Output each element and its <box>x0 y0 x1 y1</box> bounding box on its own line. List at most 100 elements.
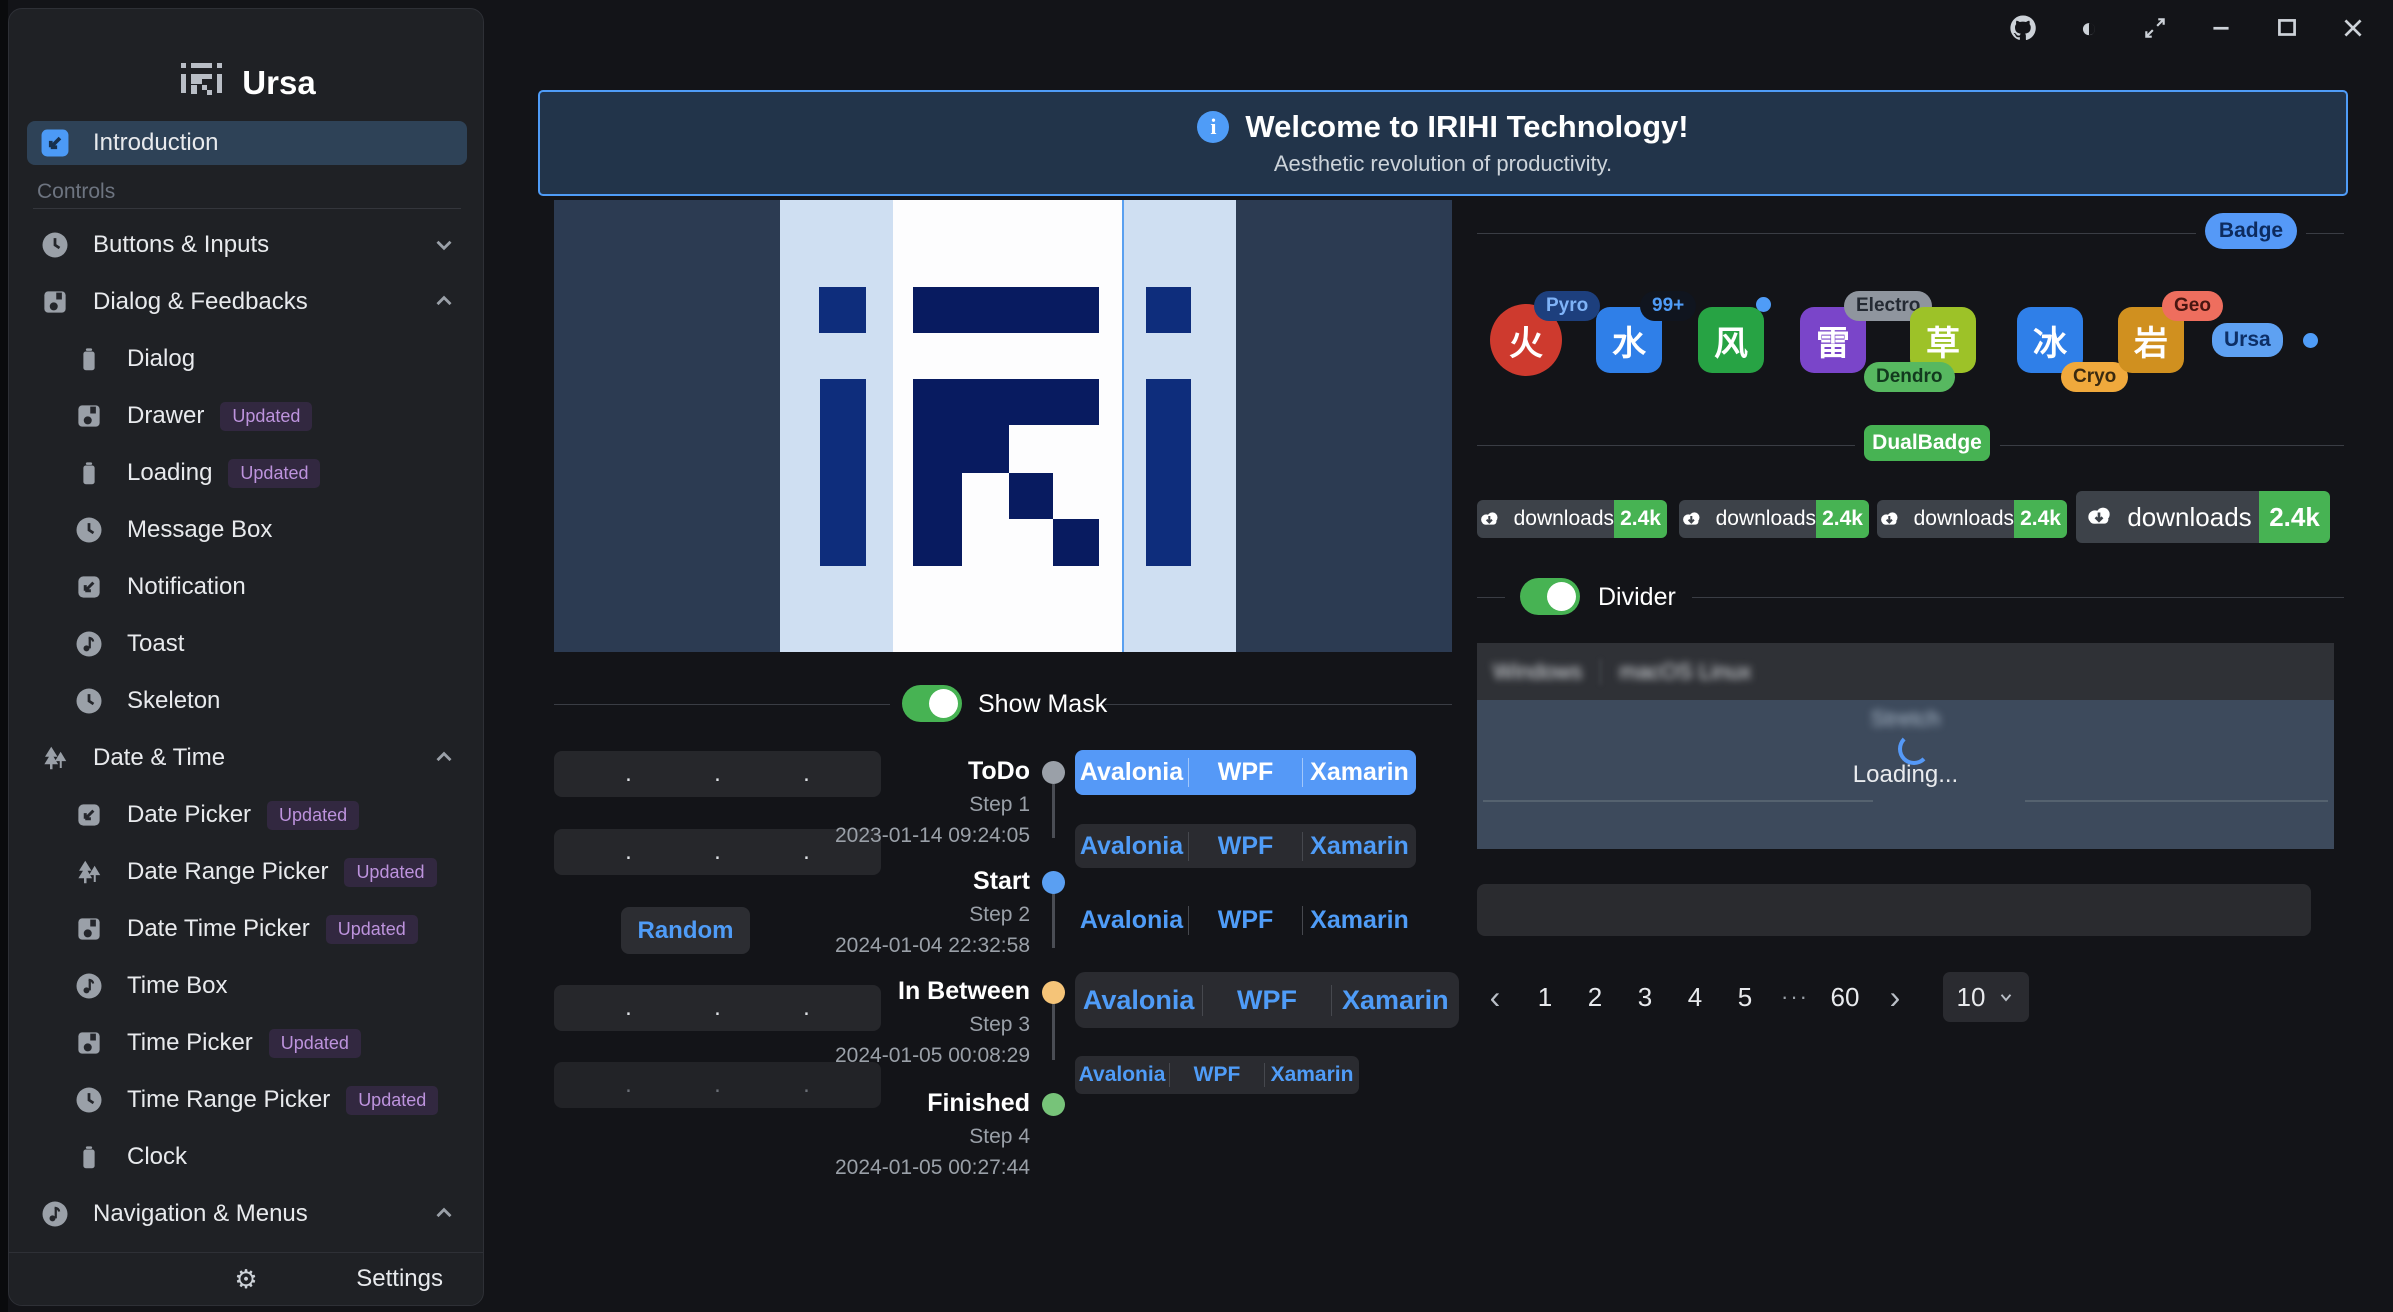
page-size-select[interactable]: 10 <box>1943 972 2029 1022</box>
tab-xamarin[interactable]: Xamarin <box>1302 832 1416 861</box>
pixel-arrow-icon <box>71 797 107 833</box>
window-edge <box>0 0 8 1312</box>
logo-pixel <box>1053 519 1099 566</box>
tab-wpf[interactable]: WPF <box>1188 832 1302 861</box>
sidebar-item-label: Date & Time <box>93 744 225 772</box>
page-button-1[interactable]: 1 <box>1527 975 1563 1019</box>
tab-avalonia[interactable]: Avalonia <box>1075 985 1202 1016</box>
empty-input-bar[interactable] <box>1477 884 2311 936</box>
updated-badge: Updated <box>267 801 359 830</box>
minimize-icon[interactable] <box>2199 8 2243 48</box>
fullscreen-icon[interactable] <box>2133 8 2177 48</box>
step-connector-line <box>1052 1003 1055 1060</box>
app-title: Ursa <box>242 64 315 102</box>
sidebar-item-label: Time Picker <box>127 1029 253 1057</box>
tab-windows[interactable]: Windows <box>1493 659 1582 685</box>
dual-badge-count: 2.4k <box>1614 500 1667 538</box>
page-last-button[interactable]: 60 <box>1827 975 1863 1019</box>
dual-badge: downloads2.4k <box>1877 500 2067 538</box>
sidebar-item-dialog[interactable]: Dialog <box>27 337 467 381</box>
tab-macos-linux[interactable]: macOS Linux <box>1619 659 1751 685</box>
random-button[interactable]: Random <box>621 907 750 954</box>
sidebar-item-loading[interactable]: LoadingUpdated <box>27 451 467 495</box>
close-icon[interactable] <box>2331 8 2375 48</box>
divider-line <box>1483 800 1873 802</box>
page-button-5[interactable]: 5 <box>1727 975 1763 1019</box>
badge-pill-cryo: Cryo <box>2061 362 2128 392</box>
sidebar-item-drawer[interactable]: DrawerUpdated <box>27 394 467 438</box>
standalone-badge-pill: Ursa <box>2212 323 2283 357</box>
sidebar-item-buttons-inputs[interactable]: Buttons & Inputs <box>27 223 467 267</box>
page-button-4[interactable]: 4 <box>1677 975 1713 1019</box>
sidebar-item-label: Drawer <box>127 402 204 430</box>
sidebar-item-label: Dialog <box>127 345 195 373</box>
tab-strip-dark-compact: AvaloniaWPFXamarin <box>1075 1056 1359 1094</box>
tab-wpf[interactable]: WPF <box>1202 985 1330 1016</box>
step-name: In Between <box>835 977 1030 1006</box>
tab-xamarin[interactable]: Xamarin <box>1302 758 1416 787</box>
trees-icon <box>37 740 73 776</box>
tab-avalonia[interactable]: Avalonia <box>1075 1063 1169 1087</box>
chevron-up-icon <box>431 745 457 771</box>
sidebar-item-time-box[interactable]: Time Box <box>27 964 467 1008</box>
sidebar-item-clock[interactable]: Clock <box>27 1135 467 1179</box>
sidebar-item-toast[interactable]: Toast <box>27 622 467 666</box>
element-glyph: 火 <box>1509 316 1543 365</box>
page-ellipsis[interactable]: ··· <box>1777 975 1813 1019</box>
page-next-button[interactable]: › <box>1877 975 1913 1019</box>
divider-toggle[interactable] <box>1520 578 1580 615</box>
sidebar-item-date-time[interactable]: Date & Time <box>27 736 467 780</box>
sidebar-item-date-range-picker[interactable]: Date Range PickerUpdated <box>27 850 467 894</box>
theme-toggle-icon[interactable]: ◐ <box>2067 8 2111 48</box>
github-icon[interactable] <box>2001 8 2045 48</box>
dualbadge-section-divider: DualBadge <box>1477 423 2344 463</box>
show-mask-toggle[interactable] <box>902 685 962 722</box>
tab-xamarin[interactable]: Xamarin <box>1264 1063 1359 1087</box>
sidebar-item-label: Message Box <box>127 516 272 544</box>
loading-blurred-tabs: Windows macOS Linux <box>1477 643 2334 700</box>
show-mask-row: Show Mask <box>554 682 1452 726</box>
page-button-2[interactable]: 2 <box>1577 975 1613 1019</box>
page-prev-button[interactable]: ‹ <box>1477 975 1513 1019</box>
pixel-arrow-icon <box>71 569 107 605</box>
step-date: 2023-01-14 09:24:05 <box>835 824 1030 848</box>
page-size-value: 10 <box>1957 982 1986 1013</box>
welcome-banner: i Welcome to IRIHI Technology! Aesthetic… <box>538 90 2348 196</box>
step-connector-line <box>1052 784 1055 838</box>
tab-wpf[interactable]: WPF <box>1188 758 1302 787</box>
dual-badge-left: downloads <box>1679 500 1816 538</box>
page-button-3[interactable]: 3 <box>1627 975 1663 1019</box>
tab-avalonia[interactable]: Avalonia <box>1075 906 1188 935</box>
sidebar-item-skeleton[interactable]: Skeleton <box>27 679 467 723</box>
logo-pixel <box>181 63 186 68</box>
sidebar-item-time-picker[interactable]: Time PickerUpdated <box>27 1021 467 1065</box>
sidebar-item-date-picker[interactable]: Date PickerUpdated <box>27 793 467 837</box>
element-glyph: 雷 <box>1816 316 1850 365</box>
sidebar-item-settings[interactable]: ⚙ Settings <box>9 1252 483 1305</box>
tab-wpf[interactable]: WPF <box>1169 1063 1264 1087</box>
tab-wpf[interactable]: WPF <box>1188 906 1302 935</box>
irihi-logo-image <box>554 200 1452 652</box>
maximize-icon[interactable] <box>2265 8 2309 48</box>
sidebar-item-navigation-menus[interactable]: Navigation & Menus <box>27 1192 467 1236</box>
element-glyph: 冰 <box>2033 316 2067 365</box>
sidebar-item-message-box[interactable]: Message Box <box>27 508 467 552</box>
chevron-down-icon <box>431 232 457 258</box>
note-icon <box>71 968 107 1004</box>
sidebar-item-introduction[interactable]: Introduction <box>27 121 467 165</box>
sidebar-item-date-time-picker[interactable]: Date Time PickerUpdated <box>27 907 467 951</box>
step-dot <box>1042 1093 1065 1116</box>
logo-pixel <box>1009 473 1053 519</box>
tab-avalonia[interactable]: Avalonia <box>1075 758 1188 787</box>
sidebar-item-label: Loading <box>127 459 212 487</box>
logo-pixel <box>913 473 961 566</box>
sidebar-item-label: Time Range Picker <box>127 1086 330 1114</box>
pagination: ‹ 12345 ··· 60 › 10 <box>1477 972 2029 1022</box>
sidebar-item-dialog-feedbacks[interactable]: Dialog & Feedbacks <box>27 280 467 324</box>
tab-avalonia[interactable]: Avalonia <box>1075 832 1188 861</box>
sidebar-item-label: Clock <box>127 1143 187 1171</box>
sidebar-item-time-range-picker[interactable]: Time Range PickerUpdated <box>27 1078 467 1122</box>
sidebar-item-notification[interactable]: Notification <box>27 565 467 609</box>
tab-xamarin[interactable]: Xamarin <box>1331 985 1459 1016</box>
tab-xamarin[interactable]: Xamarin <box>1302 906 1416 935</box>
